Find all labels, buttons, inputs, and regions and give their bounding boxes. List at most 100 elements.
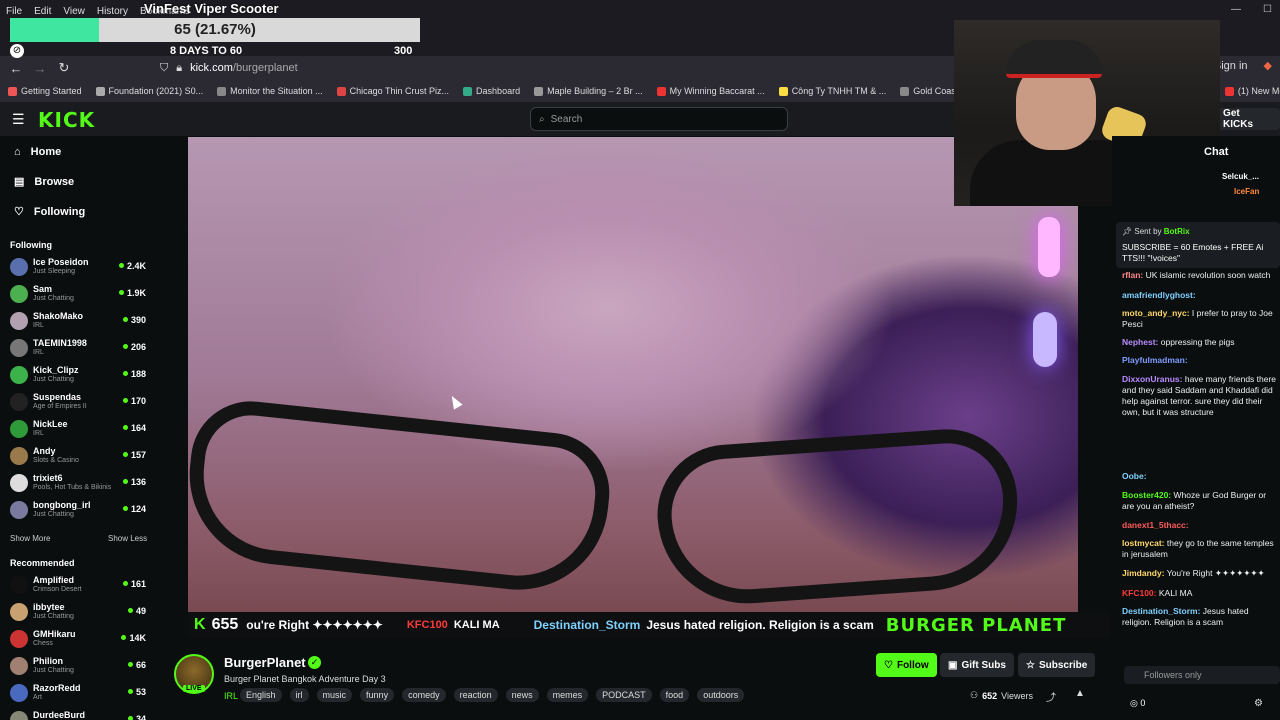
bookmark-item[interactable]: Dashboard (463, 86, 520, 96)
chat-message: Oobe: (1122, 471, 1280, 482)
chat-username[interactable]: moto_andy_nyc: (1122, 308, 1190, 318)
chat-username[interactable]: rflan: (1122, 270, 1143, 280)
chat-top-user-1[interactable]: Selcuk_... (1222, 172, 1259, 181)
back-icon[interactable]: ← (4, 61, 28, 76)
bookmark-item[interactable]: Monitor the Situation ... (217, 86, 323, 96)
pinned-user[interactable]: BotRix (1164, 227, 1190, 236)
sidebar-channel-sam[interactable]: Sam Just Chatting 1.9K (10, 282, 150, 308)
channel-category: Crimson Desert (33, 586, 82, 593)
share-icon[interactable]: ⤴ (1046, 689, 1056, 704)
url-bar[interactable]: ⛉ 🔒︎ kick.com/burgerplanet (160, 58, 960, 78)
goal-days-text: 8 DAYS TO 60 (170, 45, 243, 57)
sidebar-channel-gmhikaru[interactable]: GMHikaru Chess 14K (10, 627, 150, 653)
bookmark-label: Monitor the Situation ... (230, 86, 323, 96)
minimize-icon[interactable]: — (1231, 4, 1241, 15)
kick-logo[interactable]: KICK (38, 108, 95, 132)
stream-tag[interactable]: news (505, 688, 539, 702)
stream-tag[interactable]: memes (546, 688, 589, 702)
sidebar-channel-trixiet6[interactable]: trixiet6 Pools, Hot Tubs & Bikinis 136 (10, 471, 150, 497)
chat-username[interactable]: DixxonUranus: (1122, 374, 1182, 384)
sidebar-nav-browse-label: Browse (34, 175, 75, 188)
chat-settings-icon[interactable]: ⚙ (1254, 698, 1263, 709)
ticker-message-1: ou're Right ✦✦✦✦✦✦✦ (246, 618, 383, 632)
channel-viewer-count: 188 (123, 369, 146, 379)
video-player[interactable] (188, 137, 1078, 612)
search-input[interactable]: ⌕ Search (530, 107, 788, 131)
stream-category[interactable]: IRL (224, 691, 238, 701)
channel-name: DurdeeBurd (33, 710, 86, 720)
sidebar-channel-shakomako[interactable]: ShakoMako IRL 390 (10, 309, 150, 335)
bookmark-item[interactable]: Công Ty TNHH TM & ... (778, 86, 886, 96)
subscribe-button[interactable]: ☆ Subscribe (1018, 653, 1096, 677)
chat-username[interactable]: danext1_5thacc: (1122, 520, 1189, 530)
stream-tag[interactable]: comedy (402, 688, 446, 702)
bookmark-item[interactable]: Chicago Thin Crust Piz... (336, 86, 449, 96)
menu-view[interactable]: View (63, 6, 85, 17)
follow-button[interactable]: ♡ Follow (876, 653, 937, 677)
stream-tag[interactable]: funny (360, 688, 395, 702)
chat-text: You're Right ✦✦✦✦✦✦✦ (1166, 568, 1265, 578)
stream-tag[interactable]: irl (289, 688, 309, 702)
bookmark-item[interactable]: Maple Building – 2 Br ... (534, 86, 643, 96)
reload-icon[interactable]: ↻ (52, 60, 76, 76)
stream-tag[interactable]: outdoors (697, 688, 745, 702)
menu-edit[interactable]: Edit (34, 6, 51, 17)
sidebar-channel-ice-poseidon[interactable]: Ice Poseidon Just Sleeping 2.4K (10, 255, 150, 281)
channel-name: bongbong_irl (33, 500, 91, 510)
video-frame-glasses-right (652, 424, 1024, 610)
chat-username[interactable]: Destination_Storm: (1122, 606, 1200, 616)
bookmark-favicon-icon (217, 86, 227, 96)
chat-username[interactable]: Oobe: (1122, 471, 1147, 481)
menu-file[interactable]: File (6, 6, 22, 17)
chat-username[interactable]: Playfulmadman: (1122, 355, 1188, 365)
sidebar-nav-browse[interactable]: ▤ Browse (14, 175, 75, 189)
bookmark-item[interactable]: My Winning Baccarat ... (656, 86, 765, 96)
channel-category: IRL (33, 430, 44, 437)
report-icon[interactable]: ▲ (1075, 688, 1085, 699)
stream-tag[interactable]: music (316, 688, 353, 702)
chat-username[interactable]: lostmycat: (1122, 538, 1165, 548)
sidebar-channel-bongbong-irl[interactable]: bongbong_irl Just Chatting 124 (10, 498, 150, 524)
mouse-cursor-icon (447, 393, 463, 410)
stream-tag[interactable]: reaction (453, 688, 498, 702)
hamburger-menu-icon[interactable]: ☰ (12, 111, 26, 128)
sidebar-channel-taemin1998[interactable]: TAEMIN1998 IRL 206 (10, 336, 150, 362)
viewer-count-number: 652 (982, 690, 998, 701)
gift-subs-button[interactable]: ▣ Gift Subs (940, 653, 1014, 677)
chat-username[interactable]: Nephest: (1122, 337, 1158, 347)
sidebar-channel-suspendas[interactable]: Suspendas Age of Empires II 170 (10, 390, 150, 416)
sidebar-channel-kick-clipz[interactable]: Kick_Clipz Just Chatting 188 (10, 363, 150, 389)
bookmark-item[interactable]: Foundation (2021) S0... (95, 86, 203, 96)
extension-icon[interactable]: ◆ (1264, 59, 1272, 72)
chat-username[interactable]: KFC100: (1122, 588, 1156, 598)
sidebar-channel-durdeeburd[interactable]: DurdeeBurd 34 (10, 708, 150, 720)
sidebar-channel-amplified[interactable]: Amplified Crimson Desert 161 (10, 573, 150, 599)
show-more-link[interactable]: Show More (10, 534, 50, 543)
channel-name: Amplified (33, 575, 75, 585)
maximize-icon[interactable]: ☐ (1263, 4, 1272, 15)
show-less-link[interactable]: Show Less (108, 534, 147, 543)
menu-history[interactable]: History (97, 6, 128, 17)
pinned-text: SUBSCRIBE = 60 Emotes + FREE Ai TTS!!! "… (1122, 242, 1264, 263)
chat-top-user-2[interactable]: IceFan (1234, 187, 1259, 196)
stream-tag[interactable]: PODCAST (596, 688, 652, 702)
sidebar-channel-andy[interactable]: Andy Slots & Casino 157 (10, 444, 150, 470)
stream-tag[interactable]: English (240, 688, 282, 702)
forward-icon[interactable]: → (28, 61, 52, 76)
sidebar-channel-philion[interactable]: Philion Just Chatting 66 (10, 654, 150, 680)
sidebar-channel-ibbytee[interactable]: ibbytee Just Chatting 49 (10, 600, 150, 626)
chat-username[interactable]: Booster420: (1122, 490, 1171, 500)
chat-username[interactable]: Jimdandy: (1122, 568, 1165, 578)
sidebar-nav-home[interactable]: ⌂ Home (14, 146, 61, 158)
chat-username[interactable]: amafriendlyghost: (1122, 290, 1196, 300)
streamer-name[interactable]: BurgerPlanet (224, 655, 306, 670)
stream-tag[interactable]: food (659, 688, 690, 702)
bookmark-item[interactable]: Getting Started (8, 86, 82, 96)
chat-input-followers-only[interactable]: Followers only (1124, 666, 1280, 684)
sidebar-channel-nicklee[interactable]: NickLee IRL 164 (10, 417, 150, 443)
video-frame-neon-light (1038, 217, 1060, 277)
sidebar-nav-home-label: Home (30, 146, 62, 158)
sidebar-channel-razorredd[interactable]: RazorRedd Art 53 (10, 681, 150, 707)
bookmark-item[interactable]: (1) New Message (1224, 86, 1280, 96)
sidebar-nav-following[interactable]: ♡ Following (14, 205, 85, 219)
